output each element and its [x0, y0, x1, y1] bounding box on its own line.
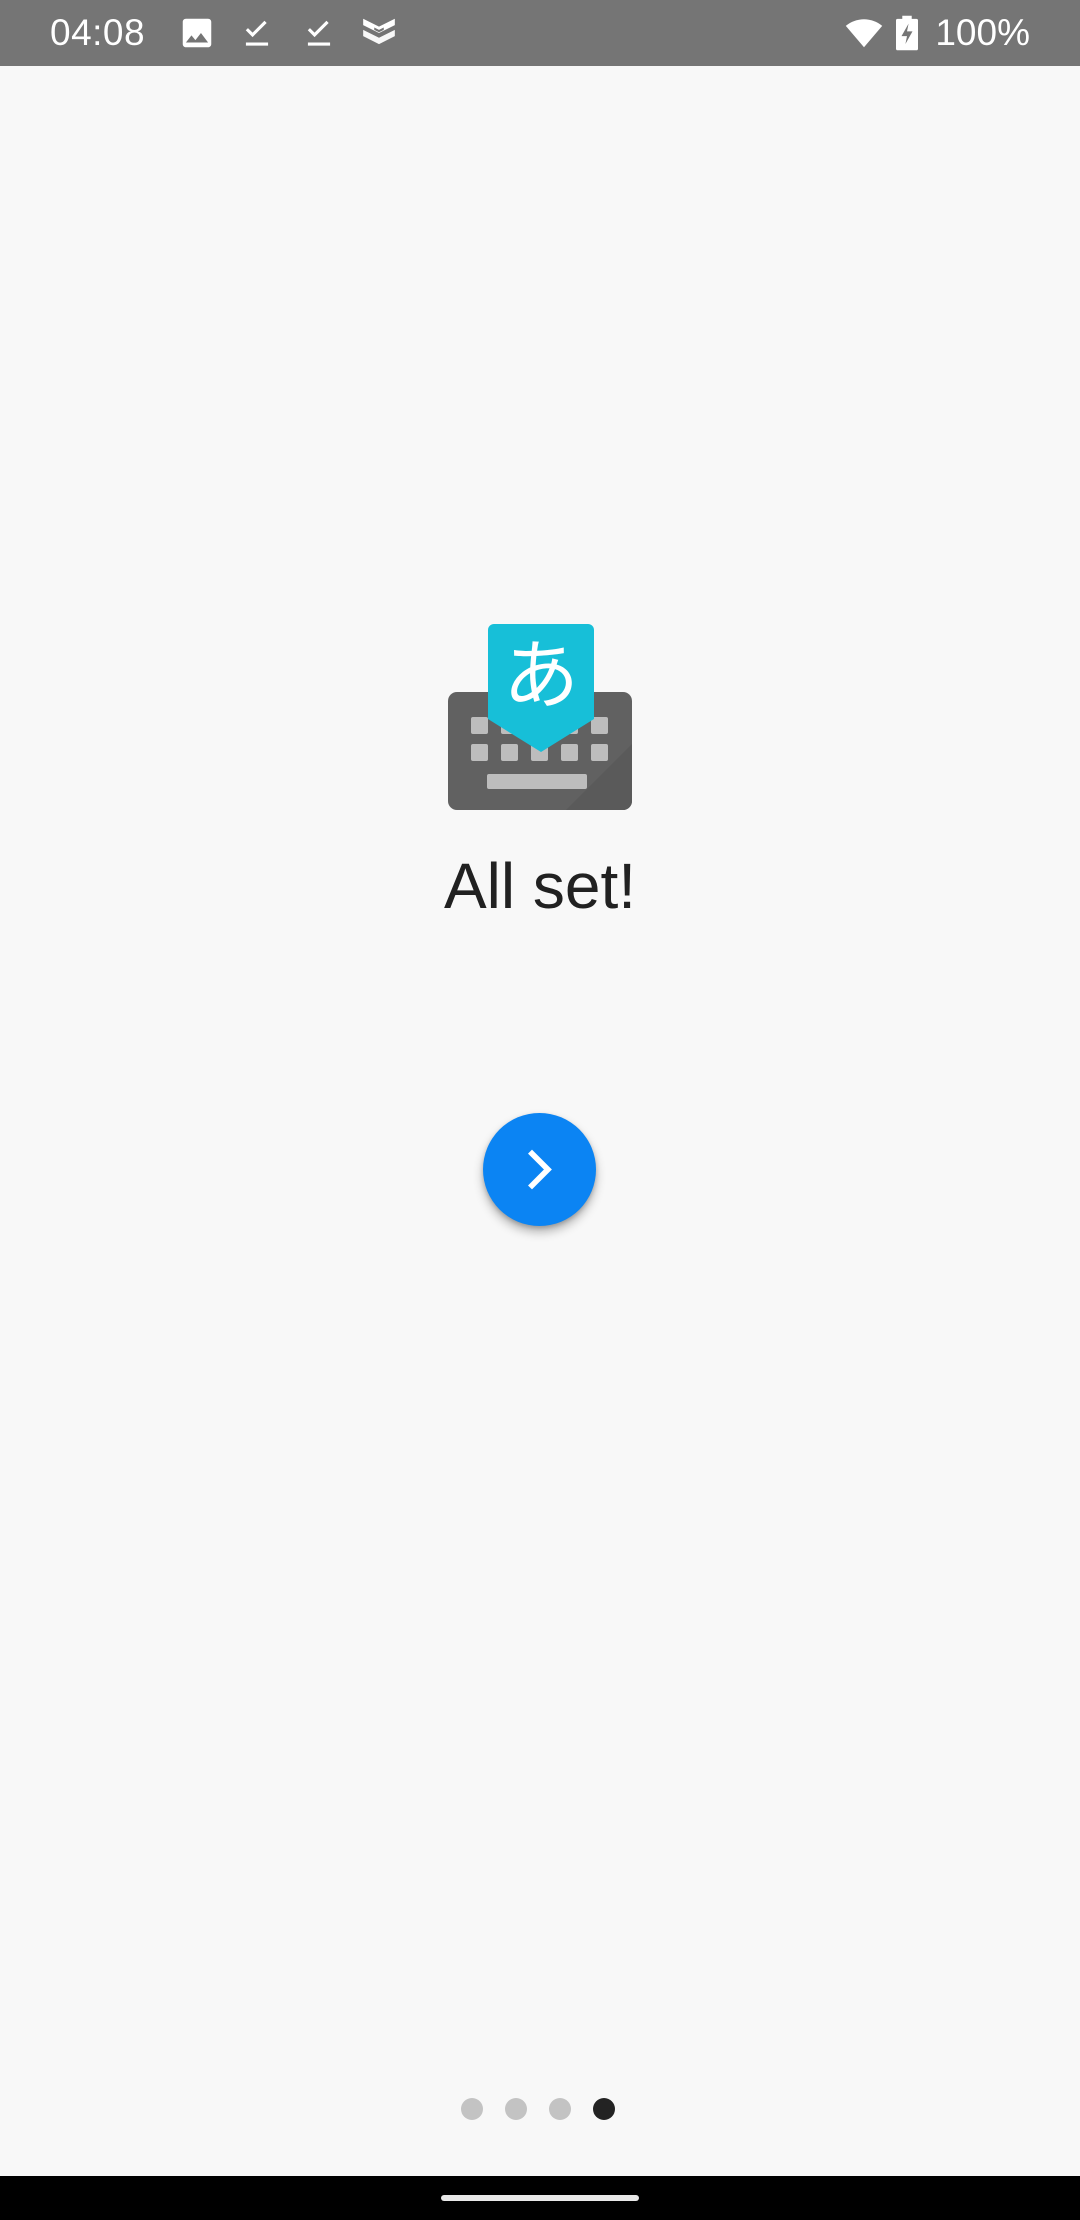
page-dot	[505, 2098, 527, 2120]
home-gesture-handle[interactable]	[441, 2195, 639, 2201]
page-dot-active	[593, 2098, 615, 2120]
battery-charging-icon	[896, 14, 928, 52]
check-download-icon	[300, 14, 338, 52]
status-bar: 04:08 100%	[0, 0, 1080, 66]
battery-percentage: 100%	[935, 12, 1030, 53]
chevron-right-icon	[528, 1149, 552, 1190]
next-button[interactable]	[483, 1113, 596, 1226]
image-icon	[178, 14, 216, 52]
shield-app-icon	[360, 14, 398, 52]
page-indicator	[461, 2097, 621, 2123]
wifi-icon	[842, 14, 886, 52]
page-dot	[549, 2098, 571, 2120]
page-title: All set!	[443, 850, 637, 922]
navigation-bar	[0, 2176, 1080, 2220]
check-download-icon	[238, 14, 276, 52]
logo-glyph: あ	[503, 631, 579, 720]
status-time: 04:08	[50, 12, 146, 53]
page-dot	[461, 2098, 483, 2120]
gboard-japanese-keyboard-icon: あ	[446, 624, 634, 810]
